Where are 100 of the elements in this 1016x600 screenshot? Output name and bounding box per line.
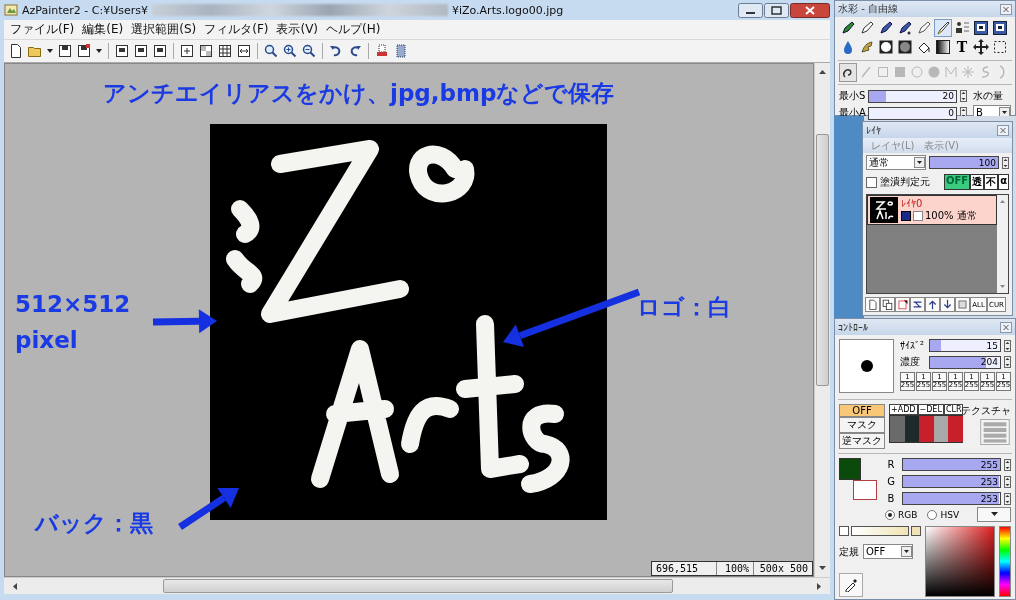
scroll-up-icon[interactable] [818, 67, 827, 76]
spin-icon[interactable] [1004, 339, 1011, 352]
ruler-dropdown[interactable]: OFF [863, 544, 913, 559]
menu-item[interactable]: 表示(V) [276, 21, 319, 38]
color-swatch[interactable] [948, 416, 963, 442]
radio-button[interactable] [885, 509, 895, 520]
color-swatch[interactable] [890, 416, 905, 442]
mask-tool-button[interactable]: −DEL [917, 404, 944, 415]
window-icon[interactable] [973, 20, 989, 36]
circle-fill-icon[interactable] [897, 39, 913, 55]
panel-icon[interactable] [152, 43, 168, 59]
color-box[interactable] [839, 526, 849, 536]
panel-icon[interactable] [114, 43, 130, 59]
app-icon [4, 3, 18, 17]
copy-layer-icon[interactable] [882, 299, 893, 310]
background-color[interactable] [853, 480, 877, 500]
slider-track[interactable]: 253 [902, 492, 1001, 505]
slider-track[interactable]: 253 [902, 475, 1001, 488]
circle-frame-icon[interactable] [878, 39, 894, 55]
mask-tool-button[interactable]: CLR [943, 404, 964, 415]
maximize-button[interactable] [764, 2, 789, 18]
gradient-icon[interactable] [935, 39, 951, 55]
mode-button[interactable]: 不 [984, 174, 999, 190]
visible-icon[interactable] [901, 210, 911, 221]
blend-dropdown[interactable]: 通常 [866, 155, 926, 170]
stamp-icon[interactable] [374, 43, 390, 59]
pen-icon[interactable] [840, 20, 856, 36]
layer-item[interactable]: ﾚｲﾔ0 100% 通常 [867, 195, 997, 225]
horizontal-scrollbar[interactable] [4, 577, 830, 594]
menu-item[interactable]: 選択範囲(S) [131, 21, 197, 38]
pen-icon[interactable] [878, 20, 894, 36]
slider-track[interactable]: 255 [902, 458, 1001, 471]
foreground-color[interactable] [839, 458, 861, 480]
radio-button[interactable] [927, 509, 938, 520]
move-icon[interactable] [973, 39, 989, 55]
color-picker[interactable] [925, 526, 995, 597]
mask-tool-button[interactable]: +ADD [889, 404, 918, 415]
move-up-icon[interactable] [927, 299, 938, 310]
mask-button[interactable]: OFF [839, 404, 885, 417]
scroll-left-icon[interactable] [10, 581, 19, 591]
slider-track[interactable]: 100 [929, 156, 999, 169]
checker-icon[interactable] [198, 43, 214, 59]
save-icon[interactable] [57, 43, 73, 59]
slider-track[interactable]: 0 [868, 106, 957, 120]
pen-icon[interactable] [897, 20, 913, 36]
brush-icon[interactable] [935, 20, 951, 36]
spin-icon[interactable] [960, 90, 967, 102]
grid-icon[interactable] [217, 43, 233, 59]
text-tool-button[interactable]: T [953, 38, 971, 56]
zoom-out-icon[interactable] [301, 43, 317, 59]
selection-icon[interactable] [992, 39, 1008, 55]
scrollbar-thumb[interactable] [163, 579, 673, 593]
panel-icon[interactable] [133, 43, 149, 59]
dropdown-button[interactable] [977, 507, 1011, 522]
gradient-bar[interactable] [851, 526, 909, 536]
layer-settings-icon[interactable] [957, 299, 968, 310]
frame-icon[interactable] [179, 43, 195, 59]
color-box[interactable] [911, 526, 921, 536]
zoom-in-icon[interactable] [282, 43, 298, 59]
arrow [178, 487, 239, 530]
pen-icon[interactable] [916, 20, 932, 36]
vertical-scrollbar[interactable] [814, 63, 830, 577]
new-file-icon[interactable] [8, 43, 24, 59]
mode-button[interactable]: 透 [970, 174, 985, 190]
checkbox[interactable] [866, 176, 877, 188]
scroll-down-icon[interactable] [818, 564, 827, 573]
spin-icon[interactable] [1004, 458, 1011, 471]
move-down-icon[interactable] [942, 299, 953, 310]
menu-item[interactable]: 編集(E) [82, 21, 124, 38]
scroll-right-icon[interactable] [815, 581, 824, 591]
mask-button[interactable]: マスク [839, 417, 885, 433]
smudge-icon[interactable] [859, 39, 875, 55]
pen-icon[interactable] [859, 20, 875, 36]
menu-item[interactable]: ヘルプ(H) [326, 21, 381, 38]
eyedropper-button[interactable] [839, 573, 863, 597]
annotation-text: バック：黒 [35, 509, 153, 538]
window-icon[interactable] [992, 20, 1008, 36]
delete-layer-icon[interactable] [897, 299, 908, 310]
spin-icon[interactable] [1004, 356, 1011, 368]
spin-icon[interactable] [1004, 492, 1011, 505]
zoom-icon[interactable] [263, 43, 279, 59]
color-swatch[interactable] [919, 416, 934, 442]
mask-button[interactable]: 逆マスク [839, 433, 885, 449]
spin-icon[interactable] [1002, 156, 1009, 169]
slider-track[interactable]: 15 [929, 339, 1001, 352]
close-button[interactable] [790, 2, 830, 18]
hue-bar[interactable] [999, 526, 1011, 597]
scrollbar-thumb[interactable] [816, 134, 829, 386]
menu-item[interactable]: ファイル(F) [10, 21, 75, 38]
slider-track[interactable]: 20 [868, 89, 957, 103]
save-icon[interactable] [76, 43, 92, 59]
slider-track[interactable]: 204 [929, 355, 1001, 369]
new-layer-icon[interactable] [867, 299, 878, 310]
ruler-label: 定規 [839, 544, 859, 559]
menu-item[interactable]: フィルタ(F) [204, 21, 269, 38]
mode-button[interactable]: α [998, 174, 1009, 190]
minimize-button[interactable] [738, 2, 763, 18]
merge-icon[interactable] [912, 299, 923, 310]
spin-icon[interactable] [1004, 475, 1011, 488]
fit-width-icon[interactable] [236, 43, 252, 59]
